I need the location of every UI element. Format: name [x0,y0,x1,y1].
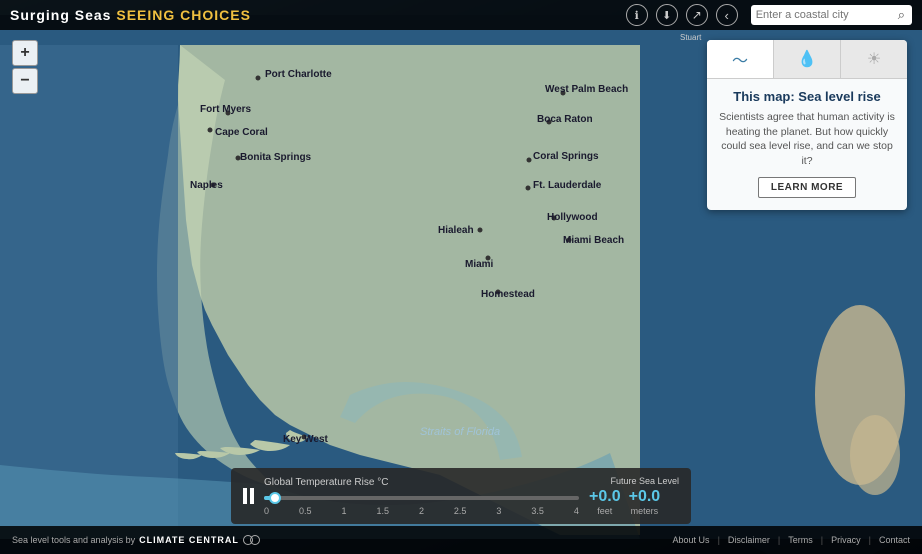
share-button[interactable]: ↗ [686,4,708,26]
zoom-controls: + − [12,40,38,94]
slider-track [264,492,579,504]
svg-text:Ft. Lauderdale: Ft. Lauderdale [533,180,602,191]
panel-title: This map: Sea level rise [719,89,895,104]
cc-circle-2 [250,535,260,545]
panel-content: This map: Sea level rise Scientists agre… [707,79,907,210]
zoom-in-button[interactable]: + [12,40,38,66]
title-plain: Surging Seas [10,7,116,23]
svg-text:Straits of Florida: Straits of Florida [420,426,500,438]
search-input[interactable] [756,9,896,21]
tab-sea-level[interactable]: 〜 [707,40,774,78]
fsl-meters-unit: meters [629,506,661,516]
svg-text:Bonita Springs: Bonita Springs [240,152,312,163]
search-box: ⌕ [751,5,912,25]
fsl-meters-value: +0.0 [629,488,661,506]
title-highlight: SEEING CHOICES [116,7,251,23]
footer-terms-link[interactable]: Terms [788,535,813,545]
tab-water[interactable]: 💧 [774,40,841,78]
fsl-values: +0.0 feet +0.0 meters [589,488,679,516]
footer-contact-link[interactable]: Contact [879,535,910,545]
fsl-title: Future Sea Level [589,476,679,486]
svg-text:Fort Myers: Fort Myers [200,104,252,115]
slider-label: Global Temperature Rise °C [264,477,579,488]
svg-text:Port Charlotte: Port Charlotte [265,69,332,80]
svg-text:Miami Beach: Miami Beach [563,235,624,246]
tick-3: 3 [496,506,501,516]
info-button[interactable]: ℹ [626,4,648,26]
tab-temperature[interactable]: ☀ [841,40,907,78]
footer-disclaimer-link[interactable]: Disclaimer [728,535,770,545]
info-panel: 〜 💧 ☀ This map: Sea level rise Scientist… [707,40,907,210]
panel-tabs: 〜 💧 ☀ [707,40,907,79]
svg-text:Key West: Key West [283,434,329,445]
cc-logo [243,535,260,545]
footer-text: Sea level tools and analysis by [12,535,135,545]
slider-section: Global Temperature Rise °C 0 0.5 1 1.5 2… [264,477,579,516]
back-button[interactable]: ‹ [716,4,738,26]
wave-icon: 〜 [732,47,748,71]
tick-15: 1.5 [376,506,389,516]
pause-icon [243,488,254,504]
svg-text:West Palm Beach: West Palm Beach [545,84,628,95]
fsl-feet: +0.0 feet [589,488,621,516]
svg-text:Stuart: Stuart [680,33,702,42]
svg-text:Hialeah: Hialeah [438,225,474,236]
svg-text:Cape Coral: Cape Coral [215,127,268,138]
search-button[interactable]: ⌕ [896,7,907,23]
panel-description: Scientists agree that human activity is … [719,110,895,169]
tick-05: 0.5 [299,506,312,516]
tick-1: 1 [341,506,346,516]
zoom-in-icon: + [20,45,29,61]
back-icon: ‹ [725,8,729,23]
zoom-out-icon: − [20,73,29,89]
share-icon: ↗ [692,8,702,22]
fsl-feet-value: +0.0 [589,488,621,506]
download-button[interactable]: ⬇ [656,4,678,26]
zoom-out-button[interactable]: − [12,68,38,94]
tick-35: 3.5 [531,506,544,516]
tick-4: 4 [574,506,579,516]
svg-text:Naples: Naples [190,180,223,191]
search-icon: ⌕ [898,7,905,22]
slider-ticks: 0 0.5 1 1.5 2 2.5 3 3.5 4 [264,506,579,516]
bottom-controls: Global Temperature Rise °C 0 0.5 1 1.5 2… [231,468,691,524]
footer-about-link[interactable]: About Us [673,535,710,545]
brand-name: CLIMATE CENTRAL [139,535,239,545]
download-icon: ⬇ [662,9,671,22]
svg-text:Coral Springs: Coral Springs [533,151,599,162]
future-sea-level: Future Sea Level +0.0 feet +0.0 meters [589,476,679,516]
footer-privacy-link[interactable]: Privacy [831,535,861,545]
drop-icon: 💧 [797,49,817,69]
svg-text:Miami: Miami [465,259,494,270]
svg-text:Hollywood: Hollywood [547,212,598,223]
tick-0: 0 [264,506,269,516]
footer-links: About Us | Disclaimer | Terms | Privacy … [673,535,910,545]
fsl-feet-unit: feet [589,506,621,516]
footer-branding: Sea level tools and analysis by CLIMATE … [12,535,260,545]
tick-2: 2 [419,506,424,516]
info-icon: ℹ [635,9,639,22]
app-title: Surging Seas SEEING CHOICES [10,7,251,23]
pause-button[interactable] [243,488,254,504]
footer: Sea level tools and analysis by CLIMATE … [0,526,922,554]
learn-more-button[interactable]: LEARN MORE [758,177,856,198]
svg-text:Homestead: Homestead [481,289,535,300]
header: Surging Seas SEEING CHOICES ℹ ⬇ ↗ ‹ ⌕ [0,0,922,30]
fsl-meters: +0.0 meters [629,488,661,516]
header-icons: ℹ ⬇ ↗ ‹ ⌕ [626,4,912,26]
svg-text:Boca Raton: Boca Raton [537,114,593,125]
sun-icon: ☀ [867,49,881,69]
tick-25: 2.5 [454,506,467,516]
